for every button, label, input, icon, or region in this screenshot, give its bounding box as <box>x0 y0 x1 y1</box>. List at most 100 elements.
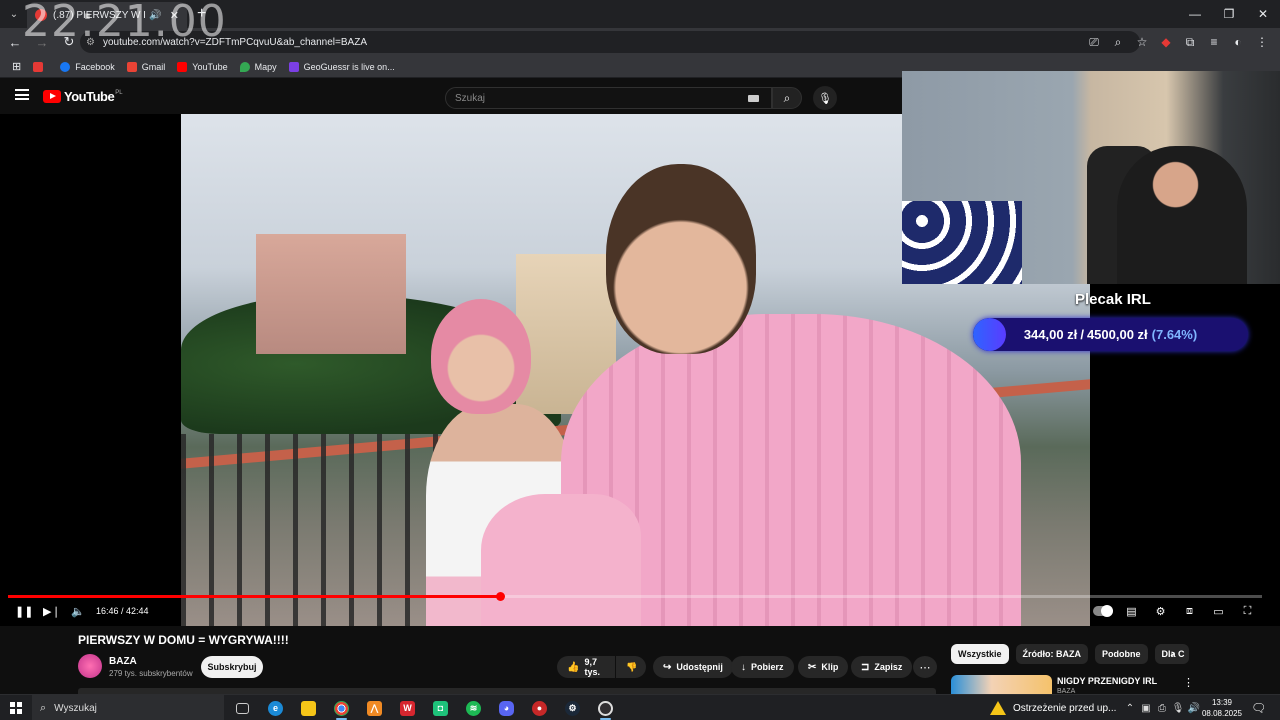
tray-camera-icon[interactable]: ⎙ <box>1154 703 1170 714</box>
chevron-right-icon[interactable]: › <box>1171 648 1175 660</box>
red-app-icon[interactable]: ● <box>523 695 556 720</box>
channel-avatar[interactable] <box>78 654 102 678</box>
tray-app-icon[interactable]: ▣ <box>1138 703 1154 714</box>
tab-search-dropdown-icon[interactable]: ⌄ <box>3 3 25 25</box>
autoplay-toggle[interactable] <box>1088 603 1117 619</box>
search-input[interactable]: Szukaj <box>445 87 772 109</box>
address-bar-row: ← → ↻ ⚙ youtube.com/watch?v=ZDFTmPCqvuU&… <box>0 28 1280 56</box>
tray-mic-icon[interactable]: 🎙 <box>1170 703 1186 714</box>
video-scene-building <box>256 234 406 354</box>
chip-source[interactable]: Źródło: BAZA <box>1015 644 1089 664</box>
video-progress-played <box>8 595 501 598</box>
url-text: youtube.com/watch?v=ZDFTmPCqvuU&ab_chann… <box>102 36 367 48</box>
dislike-button[interactable]: 👎 <box>616 656 646 678</box>
subscriber-count: 279 tys. subskrybentów <box>109 669 193 678</box>
bookmark-youtube[interactable]: YouTube <box>177 61 228 72</box>
close-window-icon[interactable]: ✕ <box>1246 0 1280 28</box>
spotify-icon[interactable]: ≋ <box>457 695 490 720</box>
download-button[interactable]: ↓ Pobierz <box>731 656 794 678</box>
taskbar-clock[interactable]: 13:39 08.08.2025 <box>1200 697 1244 719</box>
url-field[interactable]: ⚙ youtube.com/watch?v=ZDFTmPCqvuU&ab_cha… <box>80 31 1140 53</box>
scissors-icon: ✂ <box>808 661 817 673</box>
profile-icon[interactable]: ◐ <box>1226 31 1250 53</box>
close-tab-icon[interactable]: ✕ <box>170 9 179 22</box>
avast-icon[interactable]: ⋀ <box>358 695 391 720</box>
file-explorer-icon[interactable] <box>292 695 325 720</box>
chrome-icon[interactable] <box>325 695 358 720</box>
share-button[interactable]: ↪ Udostępnij <box>653 656 733 678</box>
tray-chevron-icon[interactable]: ⌃ <box>1122 703 1138 714</box>
wps-office-icon[interactable]: W <box>391 695 424 720</box>
facebook-icon <box>60 61 71 72</box>
cast-icon[interactable]: ⎚ <box>1082 31 1106 53</box>
apps-grid-icon[interactable]: ⊞ <box>12 60 21 73</box>
pause-button[interactable]: ❚❚ <box>15 603 33 619</box>
bookmark-facebook[interactable]: Facebook <box>60 61 115 72</box>
settings-gear-icon[interactable]: ⚙ <box>1146 603 1175 619</box>
fullscreen-icon[interactable]: ⛶ <box>1233 603 1262 619</box>
chip-all[interactable]: Wszystkie <box>951 644 1009 664</box>
browser-menu-icon[interactable]: ⋮ <box>1250 31 1274 53</box>
video-progress-bar[interactable] <box>8 592 1262 601</box>
steam-icon[interactable]: ⚙ <box>556 695 589 720</box>
gmail-icon <box>126 61 137 72</box>
discord-icon[interactable]: ◕ <box>490 695 523 720</box>
volume-button[interactable]: 🔈 <box>71 603 85 619</box>
notification-icon[interactable]: 🗨 <box>1251 701 1266 715</box>
browser-toolbar: ⎚ ⌕ ☆ ◆ ⧉ ≡ ◐ ⋮ <box>1082 31 1274 53</box>
recommended-title[interactable]: NIGDY PRZENIGDY IRL <box>1057 676 1157 686</box>
media-control-icon[interactable]: ≡ <box>1202 31 1226 53</box>
subtitles-icon[interactable]: ▤ <box>1117 603 1146 619</box>
forward-icon[interactable]: → <box>30 30 54 54</box>
video-progress-scrubber[interactable] <box>496 592 506 601</box>
weather-warning[interactable]: Ostrzeżenie przed up... <box>990 695 1116 720</box>
restore-icon[interactable]: ❐ <box>1212 0 1246 28</box>
more-actions-button[interactable]: ⋯ <box>913 656 937 678</box>
next-button[interactable]: ▶❘ <box>43 603 61 619</box>
search-button[interactable]: ⌕ <box>772 87 802 109</box>
new-tab-icon[interactable]: + <box>197 5 206 23</box>
save-button[interactable]: ⊐ Zapisz <box>851 656 913 678</box>
bookmark-maps[interactable]: Mapy <box>239 61 277 72</box>
like-button[interactable]: 👍 9,7 tys. <box>557 656 615 678</box>
browser-tab-youtube[interactable]: (.87) PIERWSZY W DOM 🔊 ✕ <box>27 2 187 28</box>
speaker-icon[interactable]: 🔊 <box>149 10 161 21</box>
reload-icon[interactable]: ↻ <box>57 30 81 54</box>
system-tray: ⌃ ▣ ⎙ 🎙 🔊 <box>1122 695 1202 720</box>
youtube-logo[interactable]: YouTube PL <box>43 89 123 104</box>
channel-name[interactable]: BAZA <box>109 656 137 667</box>
windows-start-icon[interactable] <box>10 702 22 714</box>
theater-mode-icon[interactable]: ▭ <box>1204 603 1233 619</box>
chip-similar[interactable]: Podobne <box>1095 644 1148 664</box>
task-view-icon[interactable] <box>226 695 259 720</box>
back-icon[interactable]: ← <box>3 30 27 54</box>
download-icon: ↓ <box>741 661 746 673</box>
subscribe-button[interactable]: Subskrybuj <box>201 656 263 678</box>
minimize-icon[interactable]: — <box>1178 0 1212 28</box>
autoplay-toggle-icon <box>1092 605 1113 617</box>
donation-goal-title: Plecak IRL <box>1075 291 1151 308</box>
bookmark-gmail[interactable]: Gmail <box>126 61 165 72</box>
edge-icon[interactable]: e <box>259 695 292 720</box>
extension-red-icon[interactable]: ◆ <box>1154 31 1178 53</box>
bookmark-geoguessr[interactable]: GeoGuessr is live on... <box>288 61 395 72</box>
youtube-icon <box>177 61 188 72</box>
zoom-icon[interactable]: ⌕ <box>1106 31 1130 53</box>
volume-icon: 🔈 <box>71 605 85 618</box>
clip-button[interactable]: ✂ Klip <box>798 656 849 678</box>
green-app-icon[interactable]: ◘ <box>424 695 457 720</box>
keyboard-icon[interactable] <box>748 95 759 102</box>
bookmark-red[interactable] <box>33 61 48 72</box>
extensions-icon[interactable]: ⧉ <box>1178 31 1202 53</box>
site-info-icon[interactable]: ⚙ <box>86 37 95 48</box>
maps-pin-icon <box>239 61 250 72</box>
obs-icon[interactable] <box>589 695 622 720</box>
taskbar-search[interactable]: ⌕ Wyszukaj <box>32 695 224 720</box>
voice-search-button[interactable]: 🎙 <box>813 86 837 110</box>
bookmark-star-icon[interactable]: ☆ <box>1130 31 1154 53</box>
recommended-more-icon[interactable]: ⋮ <box>1183 676 1194 689</box>
miniplayer-icon[interactable]: ⧈ <box>1175 603 1204 619</box>
menu-hamburger-icon[interactable] <box>15 89 29 100</box>
recommended-thumbnail[interactable] <box>951 675 1052 695</box>
taskbar-apps: e ⋀ W ◘ ≋ ◕ ● ⚙ <box>226 695 622 720</box>
